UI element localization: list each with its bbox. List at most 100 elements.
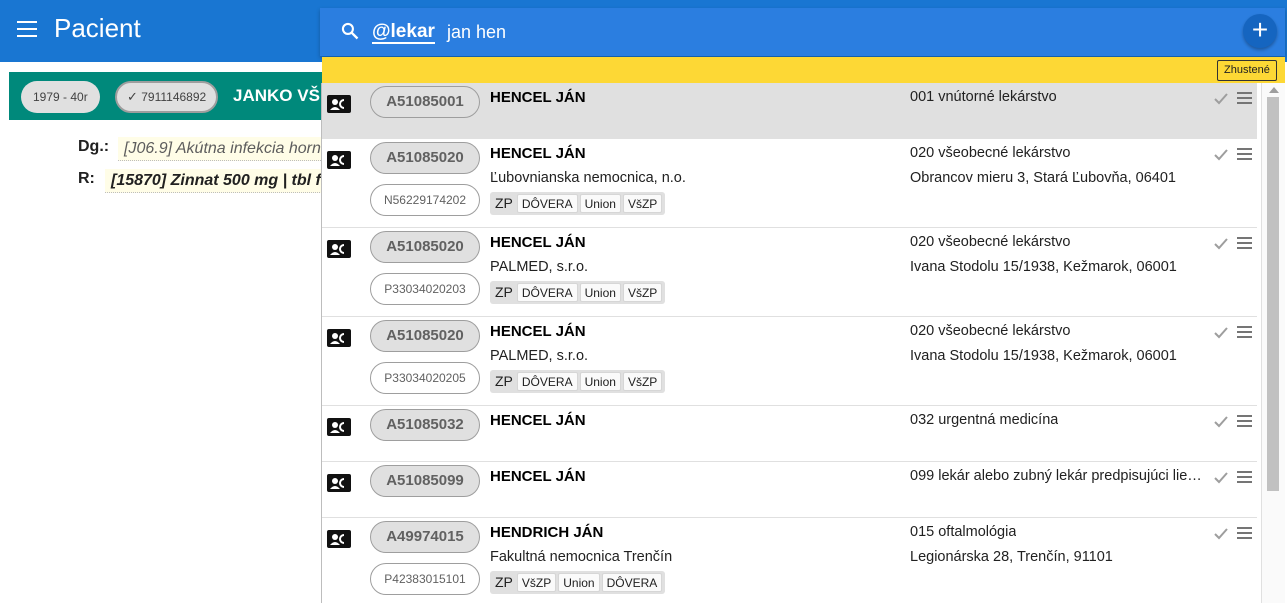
drag-handle-icon[interactable] bbox=[1237, 527, 1252, 539]
provider-code[interactable]: P33034020205 bbox=[370, 362, 480, 394]
add-button[interactable]: + bbox=[1243, 14, 1277, 48]
prescription-label: R: bbox=[78, 170, 95, 187]
specialization: 099 lekár alebo zubný lekár predpisujúci… bbox=[910, 468, 1202, 484]
drag-handle-icon[interactable] bbox=[1237, 148, 1252, 160]
contact-card-icon bbox=[327, 240, 351, 258]
insurer-badge: VšZP bbox=[622, 372, 663, 391]
insurer-badges: ZP DÔVERA Union VšZP bbox=[490, 370, 666, 393]
check-icon[interactable] bbox=[1213, 414, 1229, 430]
result-row[interactable]: A51085020 P33034020205 HENCEL JÁN PALMED, s… bbox=[322, 317, 1257, 406]
address: Ivana Stodolu 15/1938, Kežmarok, 06001 bbox=[910, 259, 1177, 275]
doctor-code[interactable]: A51085020 bbox=[370, 231, 480, 263]
app-title: Pacient bbox=[54, 13, 141, 43]
insurer-badges: ZP VšZP Union DÔVERA bbox=[490, 571, 666, 594]
contact-card-icon bbox=[327, 474, 351, 492]
insurer-badge: DÔVERA bbox=[516, 283, 578, 302]
birth-number-label: 7911146892 bbox=[141, 90, 207, 104]
doctor-name: HENCEL JÁN bbox=[490, 89, 586, 106]
organization: PALMED, s.r.o. bbox=[490, 259, 589, 275]
scroll-up-arrow[interactable] bbox=[1269, 87, 1279, 93]
organization: Fakultná nemocnica Trenčín bbox=[490, 549, 673, 565]
organization: PALMED, s.r.o. bbox=[490, 348, 589, 364]
specialization: 020 všeobecné lekárstvo bbox=[910, 323, 1071, 339]
provider-code[interactable]: N56229174202 bbox=[370, 184, 480, 216]
insurer-badges: ZP DÔVERA Union VšZP bbox=[490, 281, 666, 304]
contact-card-icon bbox=[327, 418, 351, 436]
provider-code[interactable]: P33034020203 bbox=[370, 273, 480, 305]
doctor-code[interactable]: A49974015 bbox=[370, 521, 480, 553]
specialization: 001 vnútorné lekárstvo bbox=[910, 89, 1057, 105]
check-icon[interactable] bbox=[1213, 526, 1229, 542]
doctor-name: HENDRICH JÁN bbox=[490, 524, 604, 541]
specialization: 020 všeobecné lekárstvo bbox=[910, 145, 1071, 161]
contact-card-icon bbox=[327, 95, 351, 113]
doctor-name: HENCEL JÁN bbox=[490, 468, 586, 485]
scroll-thumb[interactable] bbox=[1267, 97, 1279, 491]
address: Obrancov mieru 3, Stará Ľubovňa, 06401 bbox=[910, 170, 1176, 186]
check-icon[interactable] bbox=[1213, 91, 1229, 107]
specialization: 032 urgentná medicína bbox=[910, 412, 1059, 428]
check-icon[interactable] bbox=[1213, 236, 1229, 252]
result-row[interactable]: A51085001 HENCEL JÁN 001 vnútorné lekárstv… bbox=[322, 83, 1257, 139]
insurer-badge: VšZP bbox=[622, 283, 663, 302]
doctor-name: HENCEL JÁN bbox=[490, 234, 586, 251]
drag-handle-icon[interactable] bbox=[1237, 92, 1252, 104]
drag-handle-icon[interactable] bbox=[1237, 237, 1252, 249]
contact-card-icon bbox=[327, 530, 351, 548]
address: Legionárska 28, Trenčín, 91101 bbox=[910, 549, 1113, 565]
check-icon[interactable] bbox=[1213, 147, 1229, 163]
check-icon: ✓ bbox=[127, 89, 138, 104]
diagnosis-value[interactable]: [J06.9] Akútna infekcia horn bbox=[118, 137, 333, 161]
insurer-badge: Union bbox=[558, 573, 600, 592]
drag-handle-icon[interactable] bbox=[1237, 326, 1252, 338]
search-icon bbox=[341, 22, 359, 40]
insurer-badge: DÔVERA bbox=[601, 573, 663, 592]
plus-icon: + bbox=[1251, 14, 1269, 45]
check-icon[interactable] bbox=[1213, 325, 1229, 341]
zp-label: ZP bbox=[495, 373, 513, 389]
zp-label: ZP bbox=[495, 574, 513, 590]
age-chip[interactable]: 1979 - 40r bbox=[21, 81, 100, 113]
insurer-badge: Union bbox=[579, 372, 621, 391]
insurer-badges: ZP DÔVERA Union VšZP bbox=[490, 192, 666, 215]
doctor-code[interactable]: A51085099 bbox=[370, 465, 480, 497]
result-row[interactable]: A49974015 P42383015101 HENDRICH JÁN Fakultn… bbox=[322, 518, 1257, 603]
compact-toggle[interactable]: Zhustené bbox=[1217, 60, 1277, 81]
search-scope-tag[interactable]: @lekar bbox=[372, 21, 435, 44]
birth-number-chip[interactable]: ✓ 7911146892 bbox=[115, 81, 219, 113]
result-row[interactable]: A51085020 P33034020203 HENCEL JÁN PALMED, s… bbox=[322, 228, 1257, 317]
doctor-code[interactable]: A51085001 bbox=[370, 86, 480, 118]
prescription-value[interactable]: [15870] Zinnat 500 mg | tbl fl bbox=[105, 169, 330, 193]
diagnosis-label: Dg.: bbox=[78, 138, 110, 155]
insurer-badge: Union bbox=[579, 194, 621, 213]
doctor-code[interactable]: A51085032 bbox=[370, 409, 480, 441]
patient-name: JANKO VŠ bbox=[233, 86, 320, 105]
doctor-code[interactable]: A51085020 bbox=[370, 320, 480, 352]
insurer-badge: VšZP bbox=[622, 194, 663, 213]
zp-label: ZP bbox=[495, 284, 513, 300]
scrollbar[interactable] bbox=[1261, 83, 1285, 603]
results-list: A51085001 HENCEL JÁN 001 vnútorné lekárstv… bbox=[321, 83, 1261, 603]
provider-code[interactable]: P42383015101 bbox=[370, 563, 480, 595]
check-icon[interactable] bbox=[1213, 470, 1229, 486]
drag-handle-icon[interactable] bbox=[1237, 471, 1252, 483]
zp-label: ZP bbox=[495, 195, 513, 211]
result-row[interactable]: A51085020 N56229174202 HENCEL JÁN Ľubovnian… bbox=[322, 139, 1257, 228]
filter-strip bbox=[322, 57, 1285, 83]
insurer-badge: VšZP bbox=[516, 573, 557, 592]
search-bar[interactable]: @lekar jan hen + bbox=[320, 8, 1285, 56]
insurer-badge: Union bbox=[579, 283, 621, 302]
doctor-name: HENCEL JÁN bbox=[490, 323, 586, 340]
insurer-badge: DÔVERA bbox=[516, 372, 578, 391]
address: Ivana Stodolu 15/1938, Kežmarok, 06001 bbox=[910, 348, 1177, 364]
drag-handle-icon[interactable] bbox=[1237, 415, 1252, 427]
menu-icon[interactable] bbox=[17, 21, 37, 37]
result-row[interactable]: A51085099 HENCEL JÁN 099 lekár alebo zubný… bbox=[322, 462, 1257, 518]
specialization: 015 oftalmológia bbox=[910, 524, 1017, 540]
organization: Ľubovnianska nemocnica, n.o. bbox=[490, 170, 686, 186]
result-row[interactable]: A51085032 HENCEL JÁN 032 urgentná medicína bbox=[322, 406, 1257, 462]
search-input[interactable]: jan hen bbox=[447, 22, 506, 43]
doctor-code[interactable]: A51085020 bbox=[370, 142, 480, 174]
doctor-name: HENCEL JÁN bbox=[490, 412, 586, 429]
doctor-name: HENCEL JÁN bbox=[490, 145, 586, 162]
